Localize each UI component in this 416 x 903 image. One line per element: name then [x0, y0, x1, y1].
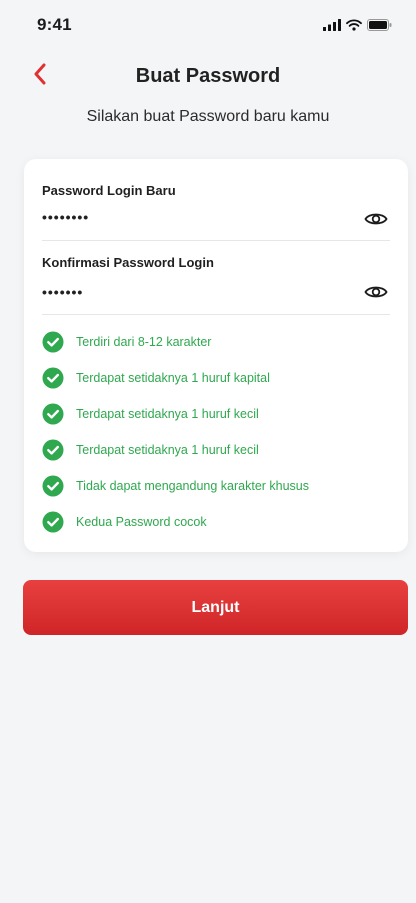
wifi-icon: [346, 19, 362, 31]
rule-item: Tidak dapat mengandung karakter khusus: [42, 468, 372, 504]
field-divider: [42, 240, 390, 241]
confirm-password-input[interactable]: [42, 284, 322, 300]
status-time: 9:41: [37, 15, 72, 34]
field-divider: [42, 314, 390, 315]
rule-item: Terdiri dari 8-12 karakter: [42, 324, 372, 360]
eye-icon[interactable]: [362, 281, 390, 303]
header: Buat Password: [0, 56, 416, 96]
new-password-input[interactable]: [42, 209, 322, 225]
rule-text: Terdapat setidaknya 1 huruf kecil: [76, 443, 259, 457]
check-circle-icon: [42, 331, 64, 353]
password-rules-list: Terdiri dari 8-12 karakter Terdapat seti…: [42, 324, 372, 540]
status-icons: [323, 19, 392, 31]
rule-text: Terdiri dari 8-12 karakter: [76, 335, 212, 349]
rule-text: Terdapat setidaknya 1 huruf kapital: [76, 371, 270, 385]
check-circle-icon: [42, 475, 64, 497]
check-circle-icon: [42, 367, 64, 389]
back-button[interactable]: [26, 62, 54, 90]
rule-item: Kedua Password cocok: [42, 504, 372, 540]
screen: 9:41 Buat Password Silakan buat Password…: [0, 0, 416, 903]
rule-text: Kedua Password cocok: [76, 515, 207, 529]
status-bar: 9:41: [0, 0, 416, 50]
password-form-card: Password Login Baru Konfirmasi Password …: [24, 159, 408, 552]
check-circle-icon: [42, 511, 64, 533]
new-password-label: Password Login Baru: [42, 183, 176, 198]
rule-text: Terdapat setidaknya 1 huruf kecil: [76, 407, 259, 421]
signal-icon: [323, 19, 341, 31]
rule-item: Terdapat setidaknya 1 huruf kecil: [42, 432, 372, 468]
battery-icon: [367, 19, 392, 31]
rule-text: Tidak dapat mengandung karakter khusus: [76, 479, 310, 493]
rule-item: Terdapat setidaknya 1 huruf kapital: [42, 360, 372, 396]
rule-item: Terdapat setidaknya 1 huruf kecil: [42, 396, 372, 432]
check-circle-icon: [42, 403, 64, 425]
check-circle-icon: [42, 439, 64, 461]
page-subtitle: Silakan buat Password baru kamu: [86, 108, 330, 125]
eye-icon[interactable]: [362, 208, 390, 230]
confirm-password-label: Konfirmasi Password Login: [42, 255, 214, 270]
chevron-left-icon: [33, 63, 47, 90]
page-title: Buat Password: [135, 64, 281, 87]
continue-button[interactable]: Lanjut: [23, 580, 408, 635]
